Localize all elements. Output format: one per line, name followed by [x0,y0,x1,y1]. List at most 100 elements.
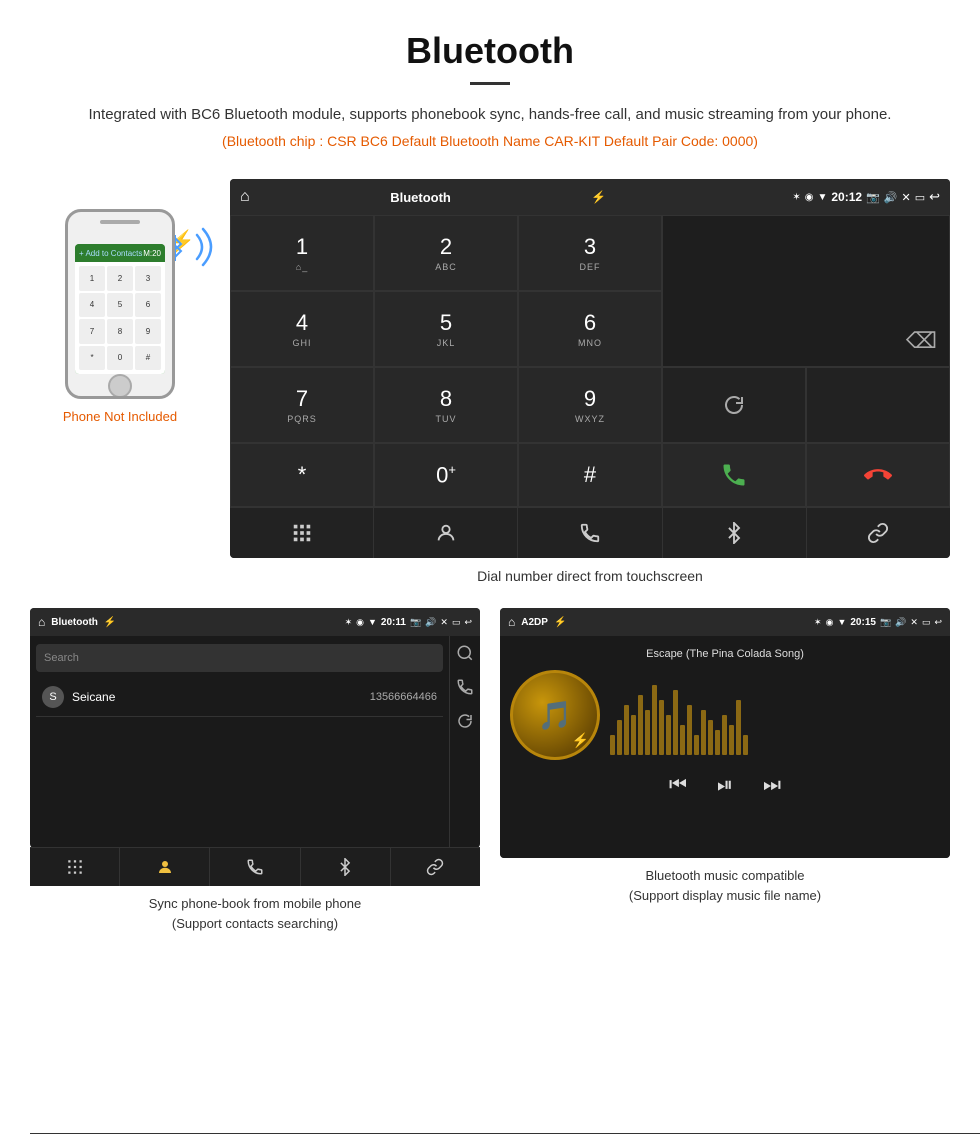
key-9[interactable]: 9WXYZ [518,367,662,443]
contacts-phone-icon[interactable] [456,678,474,696]
key-5[interactable]: 5JKL [374,291,518,367]
music-screen: ⌂ A2DP ⚡ ✶ ◉ ▼ 20:15 📷 🔊 ✕ ▭ ↩ Escape (T… [500,608,950,858]
contacts-vol-icon: 🔊 [425,617,436,628]
location-icon: ◉ [805,192,814,203]
key-2[interactable]: 2ABC [374,215,518,291]
volume-icon: 🔊 [884,191,898,204]
phone-key-1: 1 [79,266,105,291]
eq-bar-12 [687,705,692,755]
phone-key-4: 4 [79,293,105,318]
page-header: Bluetooth Integrated with BC6 Bluetooth … [0,0,980,169]
contacts-nav-bt[interactable] [301,848,391,886]
nav-dialpad-button[interactable] [230,508,374,558]
contacts-dialpad-icon [66,858,84,876]
eq-bar-10 [673,690,678,755]
eq-bar-4 [631,715,636,755]
contacts-refresh-icon[interactable] [456,712,474,730]
nav-contacts-button[interactable] [374,508,518,558]
key-star[interactable]: * [230,443,374,507]
contacts-caption: Sync phone-book from mobile phone (Suppo… [30,886,480,937]
key-0[interactable]: 0+ [374,443,518,507]
key-hash[interactable]: # [518,443,662,507]
eq-visualization [610,675,940,755]
contacts-nav-bar [30,847,480,886]
person-icon [435,522,457,544]
contacts-home-icon: ⌂ [38,615,45,629]
main-content: ⚡ + Add to Contacts M:20 [0,169,980,608]
page-specs: (Bluetooth chip : CSR BC6 Default Blueto… [60,133,920,149]
key-6[interactable]: 6MNO [518,291,662,367]
next-button[interactable]: ⏭ [763,774,781,797]
music-rect-icon: ▭ [922,617,931,628]
contact-avatar: S [42,686,64,708]
contact-row[interactable]: S Seicane 13566664466 [36,678,443,717]
contacts-nav-dialpad[interactable] [30,848,120,886]
dialpad-bottom-nav [230,507,950,558]
key-4[interactable]: 4GHI [230,291,374,367]
dialpad-screen-section: ⌂ Bluetooth ⚡ ✶ ◉ ▼ 20:12 📷 🔊 ✕ ▭ ↩ [230,179,950,598]
contacts-screen: ⌂ Bluetooth ⚡ ✶ ◉ ▼ 20:11 📷 🔊 ✕ ▭ ↩ [30,608,480,848]
music-usb-icon: ⚡ [554,617,566,628]
music-vol-icon: 🔊 [895,617,906,628]
page-title: Bluetooth [60,30,920,72]
key-3[interactable]: 3DEF [518,215,662,291]
home-icon: ⌂ [240,188,250,206]
contacts-link-icon [426,858,444,876]
key-7[interactable]: 7PQRS [230,367,374,443]
key-1[interactable]: 1⌂_ [230,215,374,291]
refresh-button[interactable] [662,367,806,443]
eq-bar-13 [694,735,699,755]
camera-icon: 📷 [866,191,880,204]
eq-bar-5 [638,695,643,755]
contacts-back-icon: ↩ [464,617,472,628]
contacts-search-icon[interactable] [456,644,474,662]
call-button[interactable] [662,443,806,507]
contacts-time: 20:11 [381,617,406,628]
nav-bluetooth-button[interactable] [663,508,807,558]
music-screenshot-block: ⌂ A2DP ⚡ ✶ ◉ ▼ 20:15 📷 🔊 ✕ ▭ ↩ Escape (T… [500,608,950,937]
music-signal-icon: ▼ [837,617,846,627]
dialpad-caption: Dial number direct from touchscreen [230,558,950,598]
backspace-button[interactable]: ⌫ [906,328,937,354]
fullscreen-icon: ▭ [915,191,925,204]
eq-bar-15 [708,720,713,755]
contacts-search-bar[interactable]: Search [36,644,443,672]
nav-link-button[interactable] [807,508,950,558]
contacts-x-icon: ✕ [440,617,448,628]
dial-display: ⌫ [662,215,950,367]
eq-bar-19 [736,700,741,755]
contacts-nav-link[interactable] [391,848,480,886]
contacts-phone-nav-icon [246,858,264,876]
contact-name: Seicane [72,690,370,704]
music-main-area: 🎵 ⚡ [510,670,940,760]
phone-screen-contact-label: + Add to Contacts [79,249,143,258]
prev-button[interactable]: ⏮ [669,774,687,797]
phone-screen-number: M:20 [143,249,161,258]
play-pause-button[interactable]: ⏯ [717,774,733,797]
music-note-icon: 🎵 [538,699,573,732]
eq-bar-1 [610,735,615,755]
music-screen-title: A2DP [521,617,548,628]
nav-phone-button[interactable] [518,508,662,558]
key-8[interactable]: 8TUV [374,367,518,443]
phone-screen-dial: 1 2 3 4 5 6 7 8 9 * 0 # [75,262,165,374]
phone-section: ⚡ + Add to Contacts M:20 [30,179,210,424]
dialpad-statusbar: ⌂ Bluetooth ⚡ ✶ ◉ ▼ 20:12 📷 🔊 ✕ ▭ ↩ [230,179,950,215]
contacts-nav-phone[interactable] [210,848,300,886]
dialpad-grid: 1⌂_ 2ABC 3DEF ⌫ 4GHI 5JKL 6MNO 7PQRS 8TU… [230,215,950,507]
call-icon [720,461,748,489]
music-caption: Bluetooth music compatible (Support disp… [500,858,950,909]
contacts-nav-person[interactable] [120,848,210,886]
music-cam-icon: 📷 [880,617,891,628]
bluetooth-nav-icon [723,522,745,544]
eq-bar-9 [666,715,671,755]
contacts-status-right: ✶ ◉ ▼ 20:11 📷 🔊 ✕ ▭ ↩ [345,617,472,628]
link-icon [867,522,889,544]
contacts-side-icons [449,636,480,848]
eq-bar-14 [701,710,706,755]
end-call-button[interactable] [806,443,950,507]
dialpad-screen-title: Bluetooth [258,190,584,205]
empty-cell-r3c5 [806,367,950,443]
phone-icon [579,522,601,544]
contacts-screen-title: Bluetooth [51,617,98,628]
